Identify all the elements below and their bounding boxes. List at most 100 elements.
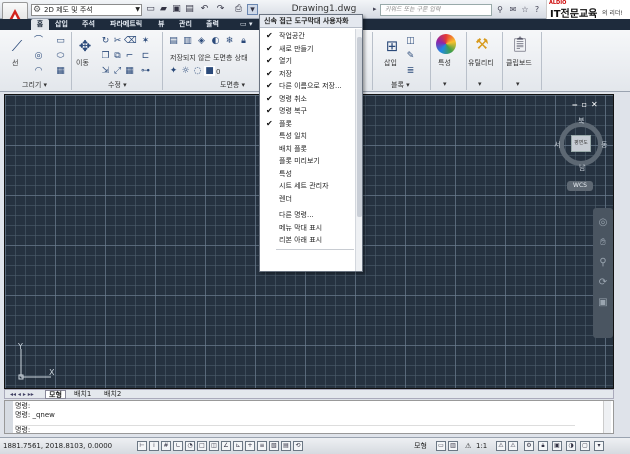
search-icon[interactable]: ⚲ [495,4,505,15]
compass-west[interactable]: 서 [554,140,560,150]
lightbulb-icon[interactable]: ✦ [168,66,179,76]
tab-manage[interactable]: 관리 [179,19,192,30]
orbit-icon[interactable]: ⟳ [596,276,610,290]
menu-item[interactable]: ✔ 다른 이름으로 저장... [260,80,352,92]
current-layer-value[interactable]: 0 [216,68,220,76]
sun-icon[interactable]: ☼ [180,66,191,76]
menu-item[interactable]: ✔ 열기 [260,55,352,67]
ellipse-icon[interactable]: ⬭ [55,51,66,61]
tab-nav-arrows[interactable]: ◂◂ ◂ ▸ ▸▸ [7,390,37,399]
arc-icon[interactable]: ◠ [33,66,44,76]
open-folder-icon[interactable]: ▰ [158,4,169,15]
chevron-down-icon[interactable]: ▾ [478,80,482,88]
layer-freeze-icon[interactable]: ❄ [224,36,235,46]
scale-icon[interactable]: ⤢ [112,66,123,76]
layer-iso-icon[interactable]: ◈ [196,36,207,46]
communication-icon[interactable]: ☆ [520,4,530,15]
layer-off-icon[interactable]: ◐ [210,36,221,46]
create-block-icon[interactable]: ◫ [405,36,416,46]
clean-screen-icon[interactable]: ▢ [580,441,590,451]
annotation-scale[interactable]: 1:1 [476,442,487,450]
command-window-grip[interactable] [5,401,13,433]
array-icon[interactable]: ▦ [124,66,135,76]
toolbar-lock-icon[interactable]: 🔒︎ [538,441,548,451]
panel-title-block[interactable]: 블록 ▾ [391,80,410,90]
edit-block-icon[interactable]: ✎ [405,51,416,61]
compass-north[interactable]: 북 [578,116,584,126]
help-icon[interactable]: ? [532,4,542,15]
layer-lock-icon[interactable]: 🔒︎ [238,36,249,46]
infer-constraints-icon[interactable]: ⊢ [137,441,147,451]
menu-item[interactable]: 리본 아래 표시 [260,234,352,246]
menu-scroll-thumb[interactable] [357,37,362,217]
object-snap-tracking-icon[interactable]: ∠ [221,441,231,451]
circle-icon[interactable]: ◎ [33,51,44,61]
trim-icon[interactable]: ✂ [112,36,123,46]
snap-mode-icon[interactable]: ⁞ [149,441,159,451]
menu-item[interactable]: 렌더 [260,193,352,205]
menu-scrollbar[interactable] [355,29,362,271]
workspace-switching-icon[interactable]: ⚙ [524,441,534,451]
tab-view[interactable]: 뷰 [158,19,164,30]
plot-icon[interactable]: ⎙ [233,4,244,15]
annotation-scale-icon[interactable]: ⚠ [465,442,471,450]
explode-icon[interactable]: ✶ [140,36,151,46]
steering-wheel-icon[interactable]: ◎ [596,216,610,230]
menu-item[interactable]: 다른 명령... [260,209,352,221]
unlock-icon[interactable]: ◌ [192,66,203,76]
ucs-dynamic-icon[interactable]: ⊾ [233,441,243,451]
showmotion-icon[interactable]: ▣ [596,296,610,310]
menu-item[interactable]: 특성 [260,168,352,180]
menu-item[interactable]: 메뉴 막대 표시 [260,222,352,234]
panel-title-modify[interactable]: 수정 ▾ [108,80,127,90]
lineweight-icon[interactable]: ≡ [257,441,267,451]
menu-item[interactable]: 특성 일치 [260,130,352,142]
panel-title-layers[interactable]: 도면층 ▾ [220,80,245,90]
tab-home[interactable]: 홈 [31,19,49,30]
quick-view-layouts-icon[interactable]: ▭ [436,441,446,451]
layer-properties-icon[interactable]: ▤ [168,36,179,46]
viewport-window-controls[interactable]: ‒▫✕ [572,100,602,109]
save-as-icon[interactable]: ▤ [184,4,195,15]
annotation-visibility-icon[interactable]: ⚠ [496,441,506,451]
offset-icon[interactable]: ⊏ [140,51,151,61]
menu-item[interactable]: 배치 플롯 [260,143,352,155]
command-scrollbar[interactable] [603,401,611,433]
pan-icon[interactable]: ✋︎ [596,236,610,250]
insert-block-icon[interactable]: ⊞ [380,34,404,58]
menu-item[interactable]: 시트 세트 관리자 [260,180,352,192]
menu-item[interactable]: ✔ 새로 만들기 [260,43,352,55]
coordinate-display[interactable]: 1881.7561, 2018.8103, 0.0000 [3,442,112,450]
mirror-icon[interactable]: ⧉ [112,51,123,61]
menu-item[interactable]: ✔ 명령 취소 [260,93,352,105]
3d-osnap-icon[interactable]: ◫ [209,441,219,451]
menu-item[interactable]: ✔ 플롯 [260,118,352,130]
polar-tracking-icon[interactable]: ◔ [185,441,195,451]
redo-icon[interactable]: ↷ [215,4,226,15]
line-tool-icon[interactable]: ⟋ [5,34,29,58]
color-wheel-icon[interactable] [436,34,456,54]
tab-layout2[interactable]: 배치2 [101,390,124,399]
quick-properties-icon[interactable]: ▤ [281,441,291,451]
auto-scale-icon[interactable]: ⚠ [508,441,518,451]
tab-parametric[interactable]: 파라메트릭 [110,19,142,30]
attribute-icon[interactable]: ≣ [405,66,416,76]
command-prompt[interactable]: 명령: [15,425,575,435]
rotate-icon[interactable]: ↻ [100,36,111,46]
utilities-icon[interactable]: ⚒ [470,32,494,56]
stretch-icon[interactable]: ⇲ [100,66,111,76]
menu-item[interactable]: ✔ 작업공간 [260,30,352,42]
polyline-icon[interactable]: ⌒ [33,36,44,46]
tab-annotate[interactable]: 주석 [82,19,95,30]
hatch-icon[interactable]: ▦ [55,66,66,76]
subscription-icon[interactable]: ✉ [508,4,518,15]
tab-layout1[interactable]: 배치1 [71,390,94,399]
chevron-down-icon[interactable]: ▾ [443,80,447,88]
copy-icon[interactable]: ❐ [100,51,111,61]
rectangle-icon[interactable]: ▭ [55,36,66,46]
new-file-icon[interactable]: ▭ [145,4,156,15]
selection-cycling-icon[interactable]: ⟲ [293,441,303,451]
move-icon[interactable]: ✥ [73,34,97,58]
tab-output[interactable]: 출력 [206,19,219,30]
transparency-icon[interactable]: ▧ [269,441,279,451]
